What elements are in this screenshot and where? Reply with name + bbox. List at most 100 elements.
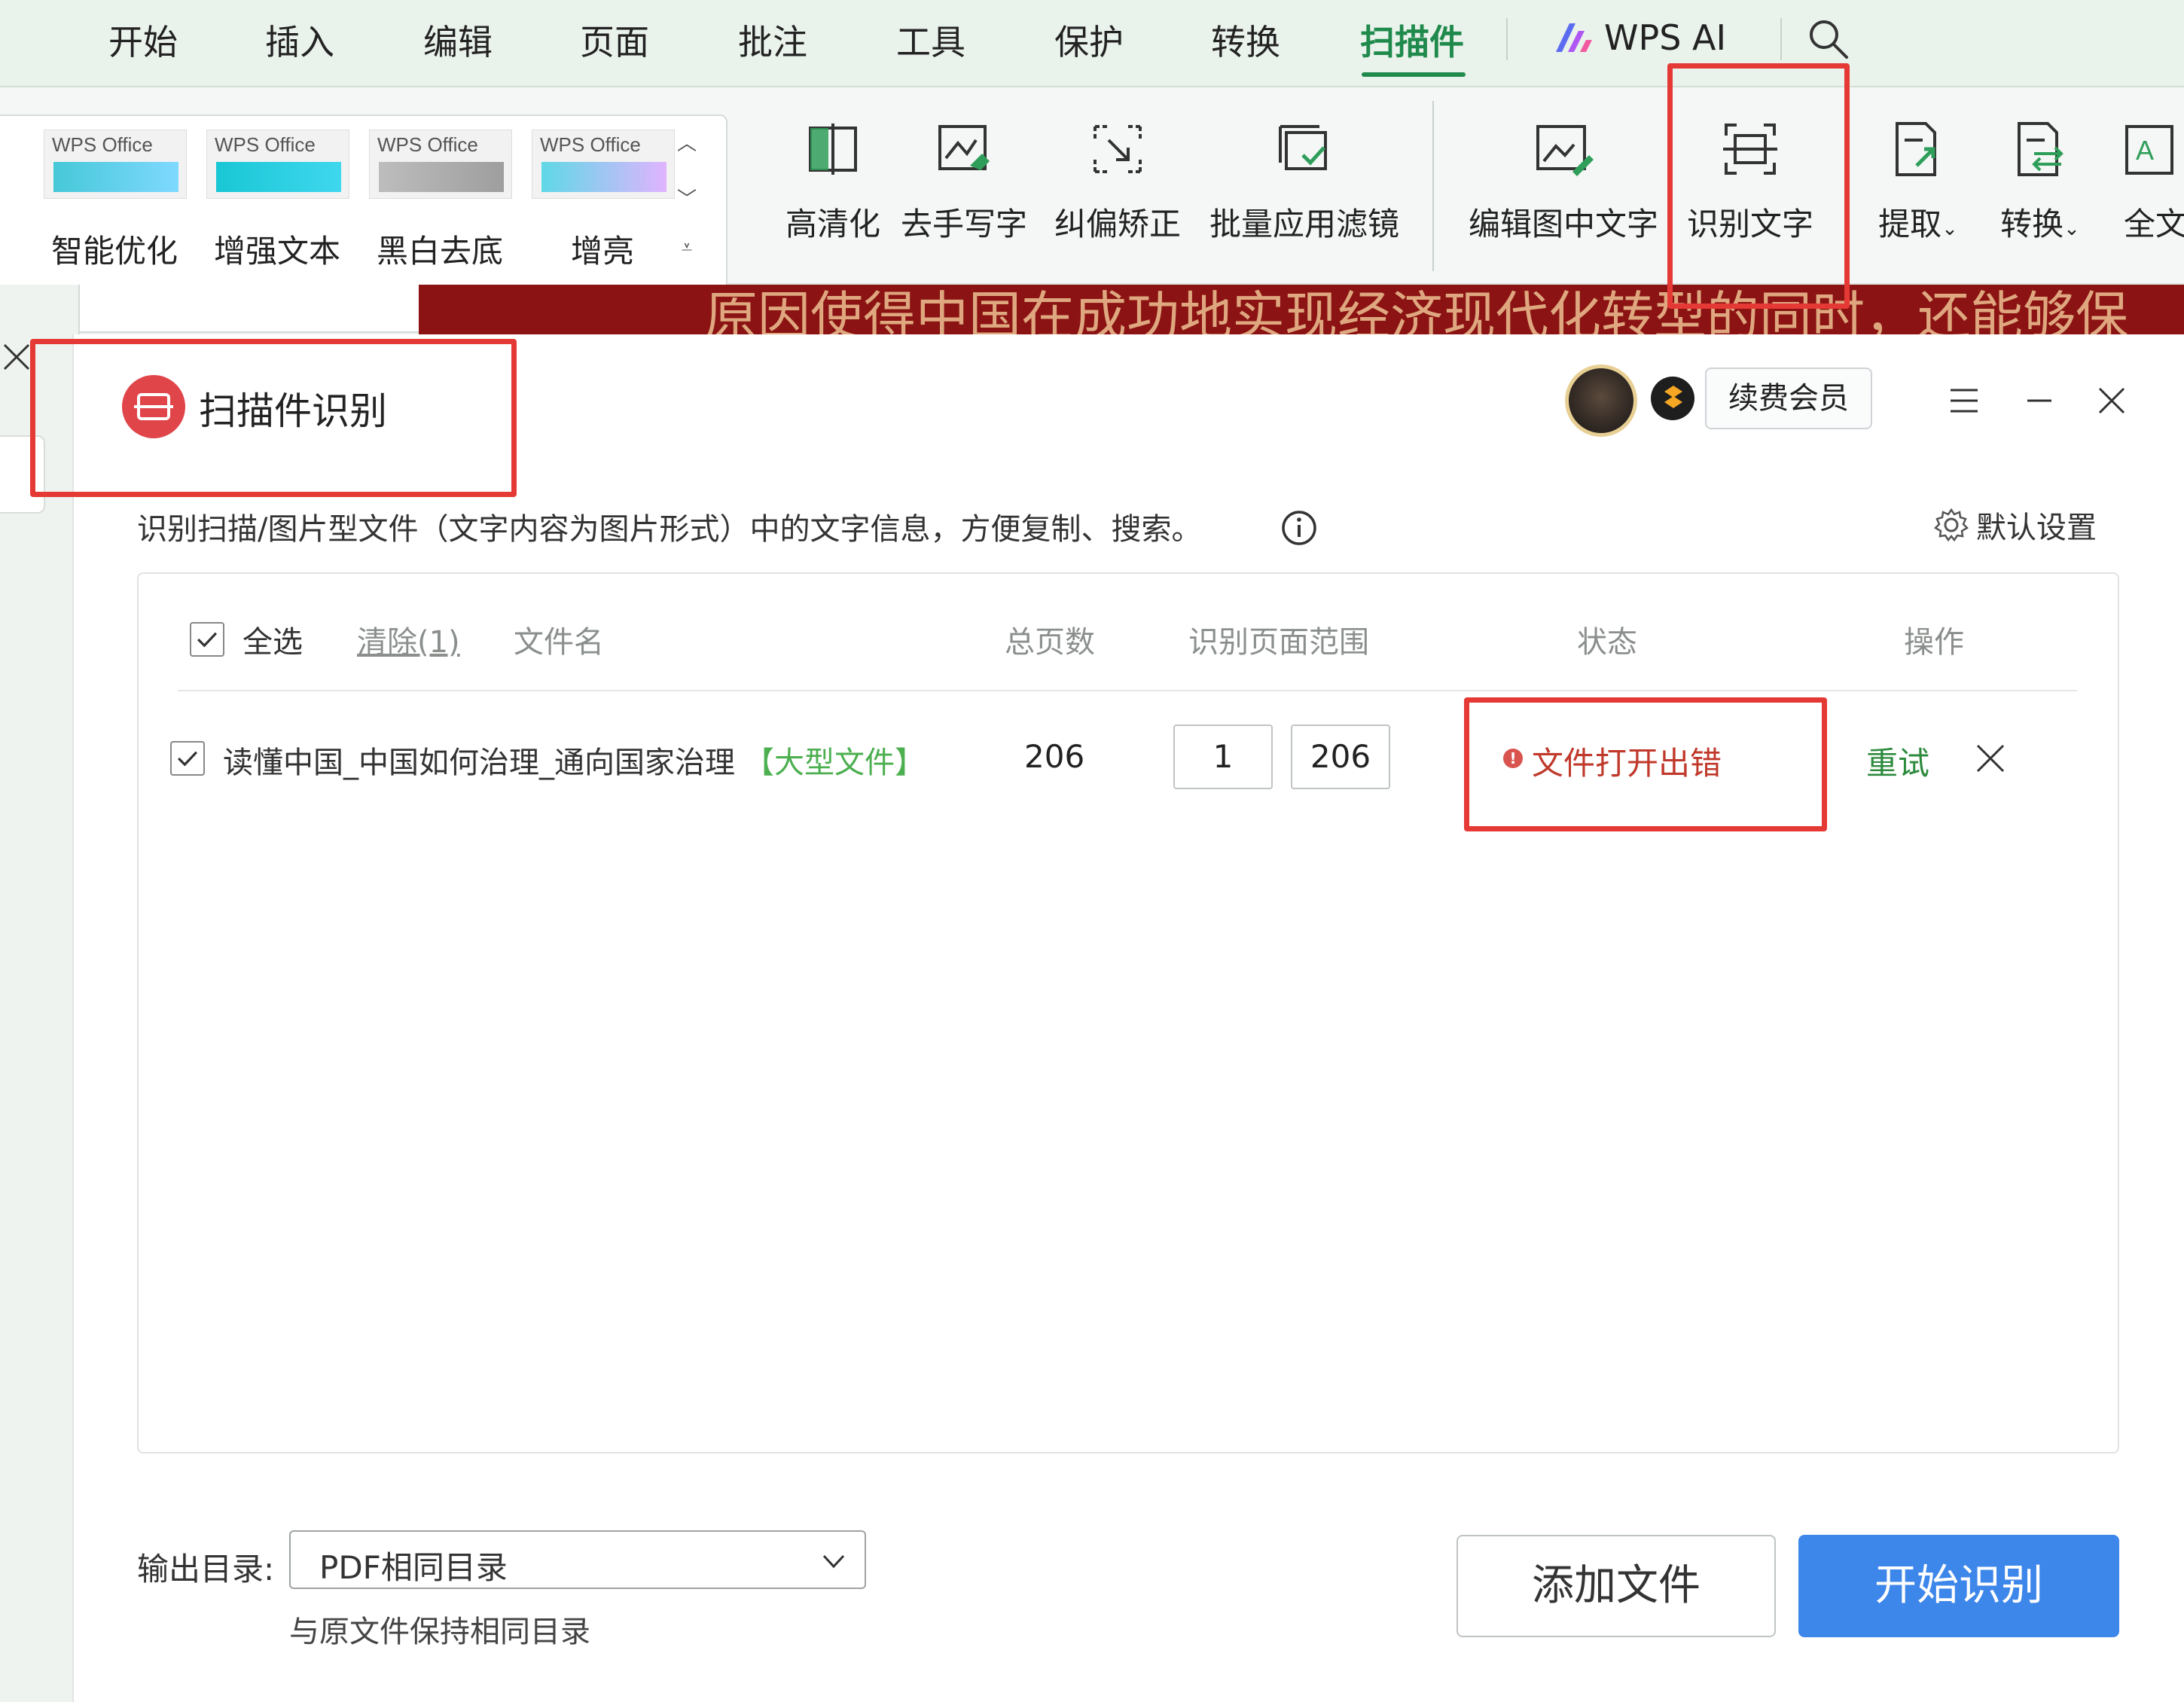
gear-icon xyxy=(1934,508,1969,542)
thumb-preview xyxy=(379,162,504,192)
default-settings-label: 默认设置 xyxy=(1976,511,2097,545)
start-recognition-button[interactable]: 开始识别 xyxy=(1798,1535,2119,1637)
output-directory-hint: 与原文件保持相同目录 xyxy=(289,1615,590,1649)
thumb-brand: WPS Office xyxy=(52,133,153,156)
renew-membership-button[interactable]: 续费会员 xyxy=(1705,368,1872,429)
close-icon[interactable] xyxy=(2,342,32,372)
column-header-status: 状态 xyxy=(1577,625,1637,660)
app-window: 开始 插入 编辑 页面 批注 工具 保护 转换 扫描件 WPS AI WPS O… xyxy=(0,0,2184,1702)
convert-icon xyxy=(2018,122,2064,176)
hamburger-menu-icon[interactable] xyxy=(1946,383,1982,419)
convert-text: 转换 xyxy=(2000,206,2064,242)
filter-thumb-smart[interactable]: WPS Office xyxy=(44,130,187,199)
page-range-from-input[interactable]: 1 xyxy=(1173,724,1273,789)
chevron-down-icon: ⌄ xyxy=(2064,218,2080,240)
divider xyxy=(1506,18,1508,60)
fulltext-button[interactable]: A 全文 xyxy=(2113,117,2184,276)
page-range-to-input[interactable]: 206 xyxy=(1291,724,1390,789)
chevron-down-icon xyxy=(822,1554,845,1569)
tab-edit[interactable]: 编辑 xyxy=(423,15,493,65)
tab-tools[interactable]: 工具 xyxy=(896,15,965,65)
extract-button[interactable]: 提取⌄ xyxy=(1869,117,1967,276)
remove-row-icon[interactable] xyxy=(1973,741,2008,776)
filter-thumb-brighten[interactable]: WPS Office xyxy=(532,130,675,199)
row-file-tag: 【大型文件】 xyxy=(744,746,925,780)
svg-text:A: A xyxy=(2136,135,2154,166)
highlight-dialog-title xyxy=(30,339,517,497)
edit-image-text-button[interactable]: 编辑图中文字 xyxy=(1463,117,1664,276)
hd-icon xyxy=(809,124,857,175)
remove-handwriting-label: 去手写字 xyxy=(900,206,1027,242)
hd-label: 高清化 xyxy=(785,206,880,242)
batch-filter-icon xyxy=(1279,125,1327,170)
tab-scan[interactable]: 扫描件 xyxy=(1360,15,1464,65)
select-all-checkbox[interactable] xyxy=(190,622,224,657)
highlight-recognize-text xyxy=(1667,63,1850,309)
tab-comment[interactable]: 批注 xyxy=(738,15,807,65)
output-directory-label: 输出目录: xyxy=(137,1551,275,1588)
batch-filter-button[interactable]: 批量应用滤镜 xyxy=(1203,117,1405,276)
thumb-preview xyxy=(216,162,341,192)
deskew-icon xyxy=(1094,125,1142,173)
avatar[interactable] xyxy=(1565,364,1637,437)
row-checkbox[interactable] xyxy=(170,741,205,776)
eraser-icon xyxy=(938,125,990,170)
output-directory-value: PDF相同目录 xyxy=(319,1549,508,1586)
add-files-button[interactable]: 添加文件 xyxy=(1457,1535,1776,1637)
extract-icon xyxy=(1896,122,1936,176)
output-directory-select[interactable]: PDF相同目录 xyxy=(289,1530,866,1589)
fulltext-icon: A xyxy=(2125,125,2173,175)
thumb-preview xyxy=(53,162,178,192)
retry-button[interactable]: 重试 xyxy=(1866,738,1929,784)
wps-ai-logo-icon xyxy=(1556,23,1592,52)
info-icon[interactable] xyxy=(1280,509,1318,547)
divider xyxy=(1432,101,1434,271)
gallery-up-icon[interactable]: ︿ xyxy=(673,128,700,155)
gallery-label-enhance: 增强文本 xyxy=(214,233,341,270)
gallery-label-bw: 黑白去底 xyxy=(377,233,504,270)
tab-start[interactable]: 开始 xyxy=(108,15,178,65)
tab-protect[interactable]: 保护 xyxy=(1054,15,1124,65)
edit-image-text-label: 编辑图中文字 xyxy=(1468,206,1658,242)
deskew-label: 纠偏矫正 xyxy=(1054,206,1181,242)
row-file-name: 读懂中国_中国如何治理_通向国家治理 xyxy=(223,746,735,780)
minimize-icon[interactable] xyxy=(2021,383,2057,419)
ribbon-toolbar: WPS Office WPS Office WPS Office WPS Off… xyxy=(0,87,2184,333)
remove-handwriting-button[interactable]: 去手写字 xyxy=(896,117,1032,276)
column-header-actions: 操作 xyxy=(1904,625,1964,660)
gallery-expand-icon[interactable]: ⩡ xyxy=(673,236,700,259)
gallery-down-icon[interactable]: ﹀ xyxy=(673,184,700,211)
hd-button[interactable]: 高清化 xyxy=(773,117,893,276)
gallery-label-smart: 智能优化 xyxy=(51,233,178,270)
divider xyxy=(1780,18,1782,60)
thumb-preview xyxy=(541,162,666,192)
column-header-file-name: 文件名 xyxy=(514,625,604,660)
select-all-label: 全选 xyxy=(242,625,303,660)
tab-page[interactable]: 页面 xyxy=(580,15,649,65)
row-total-pages: 206 xyxy=(1024,738,1085,775)
filter-thumb-enhance[interactable]: WPS Office xyxy=(206,130,349,199)
tab-insert[interactable]: 插入 xyxy=(265,15,334,65)
default-settings-button[interactable]: 默认设置 xyxy=(1934,505,2097,545)
chevron-down-icon: ⌄ xyxy=(1942,218,1958,240)
filter-thumb-bw[interactable]: WPS Office xyxy=(369,130,512,199)
edit-image-text-icon xyxy=(1536,125,1594,176)
deskew-button[interactable]: 纠偏矫正 xyxy=(1050,117,1185,276)
active-tab-indicator xyxy=(1362,72,1466,77)
document-banner-text: 原因使得中国在成功地实现经济现代化转型的同时，还能够保 xyxy=(705,285,2128,334)
dialog-description: 识别扫描/图片型文件（文字内容为图片形式）中的文字信息，方便复制、搜索。 xyxy=(137,512,1202,547)
wps-ai-button[interactable]: WPS AI xyxy=(1551,15,1726,60)
gallery-label-brighten: 增亮 xyxy=(571,233,635,270)
extract-label: 提取⌄ xyxy=(1869,199,1967,245)
column-header-total-pages: 总页数 xyxy=(1005,625,1095,660)
extract-text: 提取 xyxy=(1878,206,1942,242)
convert-label: 转换⌄ xyxy=(1991,199,2089,245)
tab-convert[interactable]: 转换 xyxy=(1211,15,1280,65)
thumb-brand: WPS Office xyxy=(215,133,316,156)
vip-badge-icon xyxy=(1651,377,1694,420)
close-icon[interactable] xyxy=(2094,383,2130,419)
batch-filter-label: 批量应用滤镜 xyxy=(1209,206,1399,242)
search-icon[interactable] xyxy=(1806,17,1850,60)
clear-selection-link[interactable]: 清除(1) xyxy=(357,618,460,661)
convert-button[interactable]: 转换⌄ xyxy=(1991,117,2089,276)
